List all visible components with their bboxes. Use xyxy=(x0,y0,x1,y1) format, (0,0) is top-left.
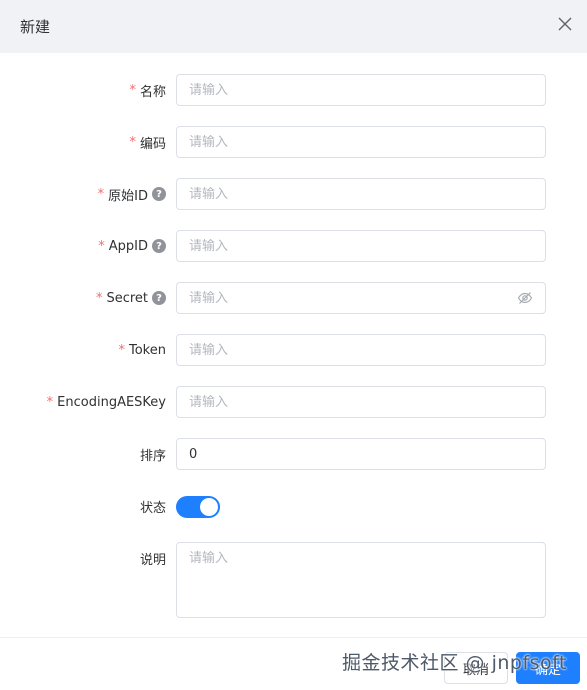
dialog-header: 新建 xyxy=(0,0,587,53)
required-mark: * xyxy=(95,290,103,306)
form-row-secret: * Secret ? xyxy=(0,282,587,314)
name-field[interactable] xyxy=(176,74,546,106)
encoding-aes-key-label: * EncodingAESKey xyxy=(47,386,166,418)
form-row-code: * 编码 xyxy=(0,126,587,158)
required-mark: * xyxy=(97,186,105,202)
sort-input[interactable] xyxy=(189,446,533,462)
name-label-text: 名称 xyxy=(139,84,166,100)
sort-label-text: 排序 xyxy=(139,448,166,464)
app-id-label: * AppID ? xyxy=(98,230,166,262)
description-label-text: 说明 xyxy=(139,552,166,568)
status-label-text: 状态 xyxy=(139,500,166,516)
secret-field[interactable] xyxy=(176,282,546,314)
original-id-field[interactable] xyxy=(176,178,546,210)
token-label: * Token xyxy=(119,334,167,366)
name-label: * 名称 xyxy=(129,74,166,106)
code-input[interactable] xyxy=(189,134,533,150)
form-row-status: 状态 xyxy=(0,490,587,522)
secret-label-text: Secret xyxy=(106,290,148,306)
token-label-text: Token xyxy=(129,342,166,358)
question-icon[interactable]: ? xyxy=(152,239,166,253)
required-mark: * xyxy=(46,394,54,410)
close-icon[interactable] xyxy=(557,16,573,32)
code-field[interactable] xyxy=(176,126,546,158)
secret-input[interactable] xyxy=(189,290,511,306)
encoding-aes-key-input[interactable] xyxy=(189,394,533,410)
encoding-aes-key-label-text: EncodingAESKey xyxy=(57,394,166,410)
dialog-title: 新建 xyxy=(20,18,51,36)
required-mark: * xyxy=(129,82,136,98)
form-row-sort: 排序 xyxy=(0,438,587,470)
eye-off-icon[interactable] xyxy=(517,290,533,306)
form-row-encoding-aes-key: * EncodingAESKey xyxy=(0,386,587,418)
app-id-label-text: AppID xyxy=(108,238,148,254)
watermark: 掘金技术社区 @ jnpfsoft xyxy=(342,652,567,674)
form-row-original-id: * 原始ID ? xyxy=(0,178,587,210)
required-mark: * xyxy=(118,342,126,358)
form-row-name: * 名称 xyxy=(0,74,587,106)
status-label: 状态 xyxy=(140,490,166,522)
secret-label: * Secret ? xyxy=(96,282,166,314)
app-id-input[interactable] xyxy=(189,238,533,254)
token-input[interactable] xyxy=(189,342,533,358)
name-input[interactable] xyxy=(189,82,533,98)
question-icon[interactable]: ? xyxy=(152,291,166,305)
original-id-label: * 原始ID ? xyxy=(98,178,166,210)
form-row-app-id: * AppID ? xyxy=(0,230,587,262)
sort-field[interactable] xyxy=(176,438,546,470)
description-field[interactable] xyxy=(176,542,546,618)
description-label: 说明 xyxy=(140,542,166,574)
toggle-knob xyxy=(200,498,218,516)
code-label-text: 编码 xyxy=(139,136,166,152)
required-mark: * xyxy=(98,238,105,254)
description-textarea[interactable] xyxy=(189,549,533,609)
sort-label: 排序 xyxy=(140,438,166,470)
original-id-input[interactable] xyxy=(189,186,533,202)
token-field[interactable] xyxy=(176,334,546,366)
question-icon[interactable]: ? xyxy=(152,187,166,201)
required-mark: * xyxy=(129,134,136,150)
form-row-token: * Token xyxy=(0,334,587,366)
original-id-label-text: 原始ID xyxy=(108,188,148,204)
status-toggle[interactable] xyxy=(176,496,220,518)
code-label: * 编码 xyxy=(129,126,166,158)
encoding-aes-key-field[interactable] xyxy=(176,386,546,418)
app-id-field[interactable] xyxy=(176,230,546,262)
form-row-description: 说明 xyxy=(0,542,587,618)
